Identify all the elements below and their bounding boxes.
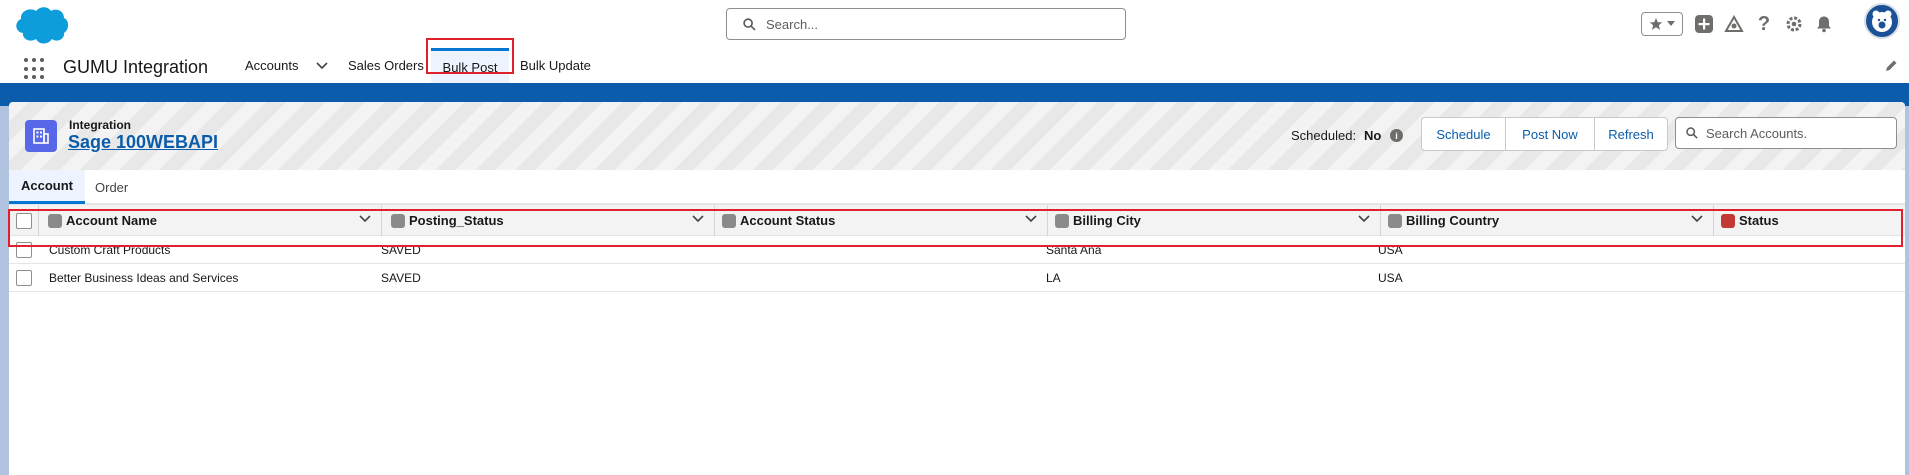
integration-card: Integration Sage 100WEBAPI Scheduled: No… — [9, 102, 1905, 475]
star-icon — [1649, 18, 1663, 30]
scheduled-label: Scheduled: — [1291, 128, 1357, 143]
help-icon: ? — [1757, 12, 1771, 35]
cell-posting-status: SAVED — [381, 270, 421, 285]
highlight-bulk-post — [426, 38, 514, 74]
building-icon — [33, 128, 49, 144]
global-search-placeholder: Search... — [766, 16, 819, 32]
nav-item-bulk-update[interactable]: Bulk Update — [520, 48, 591, 83]
nav-item-label: Accounts — [245, 58, 299, 73]
record-title-link[interactable]: Sage 100WEBAPI — [68, 132, 218, 153]
nav-item-sales-orders[interactable]: Sales Orders — [348, 48, 424, 83]
post-now-button[interactable]: Post Now — [1505, 117, 1595, 151]
global-actions-button[interactable] — [1689, 10, 1719, 38]
header-utility-icons: ? — [1641, 10, 1839, 38]
search-accounts-placeholder: Search Accounts. — [1706, 125, 1808, 141]
user-avatar-icon — [1872, 10, 1892, 32]
nav-item-label: Bulk Update — [520, 58, 591, 73]
help-button[interactable]: ? — [1749, 10, 1779, 38]
tab-order[interactable]: Order — [83, 170, 140, 204]
bell-icon — [1817, 16, 1831, 33]
avatar[interactable] — [1864, 3, 1900, 39]
table-row: Better Business Ideas and Services SAVED… — [9, 264, 1905, 292]
app-nav-bar: GUMU Integration Accounts Sales Orders B… — [0, 48, 1909, 86]
cell-billing-country: USA — [1378, 270, 1403, 285]
card-header: Integration Sage 100WEBAPI Scheduled: No… — [9, 102, 1905, 170]
search-icon — [743, 17, 756, 31]
notifications-button[interactable] — [1809, 10, 1839, 38]
setup-button[interactable] — [1779, 10, 1809, 38]
nav-item-label: Sales Orders — [348, 58, 424, 73]
row-select-cell — [9, 264, 39, 291]
global-header: Search... ? — [0, 0, 1909, 48]
chevron-down-icon[interactable] — [316, 61, 329, 70]
favorites-button[interactable] — [1641, 12, 1683, 36]
search-icon — [1686, 127, 1698, 139]
cell-billing-city: LA — [1046, 270, 1061, 285]
search-accounts-input[interactable]: Search Accounts. — [1675, 117, 1897, 149]
chevron-down-icon — [1667, 21, 1675, 26]
setup-gear-icon — [1786, 16, 1802, 32]
record-tabs: Account Order — [9, 170, 1905, 204]
trailhead-icon — [1724, 15, 1744, 32]
info-icon[interactable]: i — [1390, 129, 1403, 142]
schedule-button[interactable]: Schedule — [1421, 117, 1506, 151]
tab-account[interactable]: Account — [9, 170, 85, 204]
edit-nav-pencil-icon[interactable] — [1884, 59, 1898, 73]
row-checkbox[interactable] — [16, 269, 32, 286]
app-launcher-icon[interactable] — [24, 58, 46, 80]
global-search-input[interactable]: Search... — [726, 8, 1126, 40]
salesforce-logo[interactable] — [12, 5, 70, 45]
nav-item-accounts[interactable]: Accounts — [245, 48, 329, 83]
highlight-table-header — [8, 209, 1903, 247]
object-type-label: Integration — [69, 118, 131, 132]
add-icon — [1695, 15, 1713, 33]
app-name: GUMU Integration — [63, 57, 209, 77]
trailhead-button[interactable] — [1719, 10, 1749, 38]
refresh-button[interactable]: Refresh — [1594, 117, 1668, 151]
action-button-group: Schedule Post Now Refresh — [1421, 117, 1668, 151]
cell-account-name: Better Business Ideas and Services — [49, 270, 239, 285]
scheduled-value: No — [1364, 128, 1382, 143]
integration-object-icon — [25, 120, 57, 152]
